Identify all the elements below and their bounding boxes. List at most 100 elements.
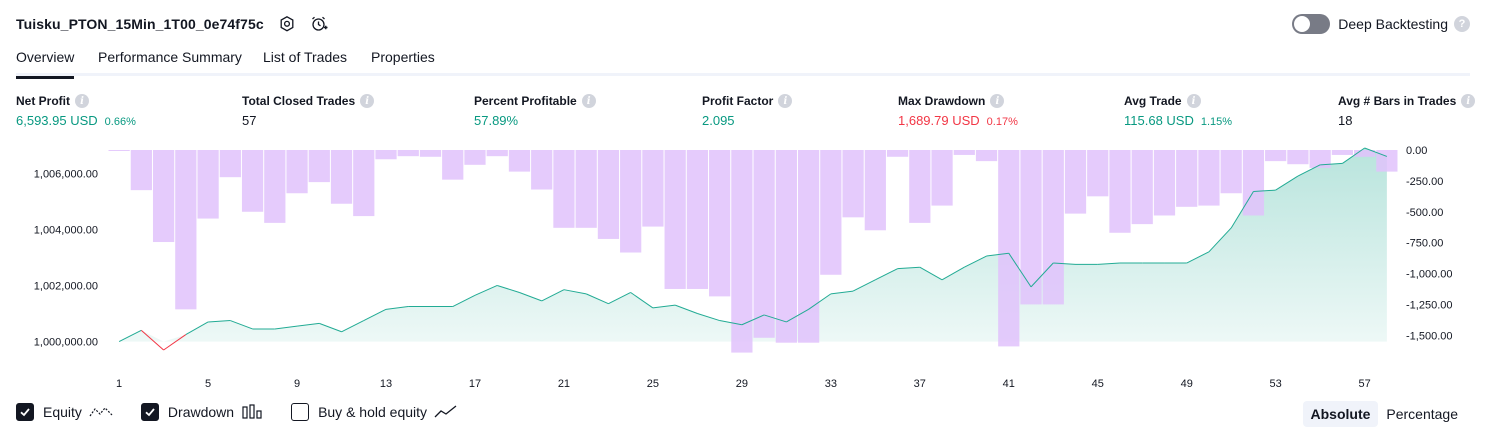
drawdown-bar bbox=[553, 150, 575, 228]
chart-legend: Equity Drawdown Buy & hold equity bbox=[16, 403, 486, 421]
equity-checkbox[interactable] bbox=[16, 403, 34, 421]
drawdown-bar bbox=[1087, 150, 1109, 197]
tab-performance-summary[interactable]: Performance Summary bbox=[98, 49, 242, 76]
add-alert-clock-icon[interactable] bbox=[310, 15, 328, 33]
metric-profit-factor: Profit Factor i 2.095 bbox=[702, 94, 793, 128]
x-axis-tick-label: 21 bbox=[558, 378, 570, 390]
toggle-knob bbox=[1294, 16, 1311, 32]
drawdown-bar bbox=[1198, 150, 1220, 206]
tab-properties[interactable]: Properties bbox=[371, 49, 435, 76]
equity-line-segment bbox=[163, 334, 187, 351]
drawdown-bar bbox=[842, 150, 864, 218]
info-icon[interactable]: i bbox=[990, 94, 1005, 108]
drawdown-bar bbox=[286, 150, 308, 194]
right-axis-tick-label: -250.00 bbox=[1406, 176, 1443, 188]
x-axis-tick-label: 5 bbox=[205, 378, 211, 390]
drawdown-bar bbox=[1176, 150, 1198, 207]
legend-equity[interactable]: Equity bbox=[16, 403, 113, 421]
metric-value: 6,593.95 USD bbox=[16, 113, 98, 128]
equity-drawdown-chart[interactable]: 1,000,000.00 1,002,000.00 1,004,000.00 1,00… bbox=[0, 140, 1486, 395]
metric-net-profit: Net Profit i 6,593.95 USD 0.66% bbox=[16, 94, 136, 128]
tab-list-of-trades[interactable]: List of Trades bbox=[263, 49, 347, 76]
metric-label: Percent Profitable bbox=[474, 94, 577, 108]
drawdown-bar bbox=[330, 150, 353, 204]
drawdown-bar bbox=[108, 150, 130, 151]
settings-gear-icon[interactable] bbox=[278, 15, 296, 33]
value-mode-switch: Absolute Percentage bbox=[1302, 401, 1467, 427]
drawdown-bar bbox=[753, 150, 775, 338]
deep-backtesting-toggle[interactable] bbox=[1292, 14, 1331, 34]
x-axis-tick-label: 41 bbox=[1003, 378, 1015, 390]
x-axis-tick-label: 1 bbox=[116, 378, 122, 390]
right-axis-tick-label: -1,000.00 bbox=[1406, 269, 1452, 281]
drawdown-bar bbox=[1131, 150, 1153, 225]
legend-buy-hold-equity[interactable]: Buy & hold equity bbox=[291, 403, 458, 421]
info-icon[interactable]: i bbox=[1461, 94, 1476, 108]
drawdown-bar bbox=[1287, 150, 1309, 165]
x-axis-tick-label: 13 bbox=[380, 378, 392, 390]
drawdown-bar bbox=[308, 150, 330, 183]
metric-label: Total Closed Trades bbox=[242, 94, 356, 108]
metric-max-drawdown: Max Drawdown i 1,689.79 USD 0.17% bbox=[898, 94, 1018, 128]
metric-value: 18 bbox=[1338, 113, 1353, 128]
mode-absolute-button[interactable]: Absolute bbox=[1302, 401, 1379, 427]
metric-value: 57.89% bbox=[474, 113, 519, 128]
info-icon[interactable]: i bbox=[75, 94, 89, 108]
help-question-icon[interactable]: ? bbox=[1454, 16, 1470, 32]
drawdown-bar bbox=[975, 150, 998, 162]
drawdown-bar bbox=[353, 150, 375, 217]
drawdown-bar bbox=[264, 150, 286, 223]
metric-percent: 0.17% bbox=[986, 116, 1018, 128]
x-axis-tick-label: 57 bbox=[1359, 378, 1371, 390]
drawdown-bar bbox=[442, 150, 464, 180]
metric-label: Max Drawdown bbox=[898, 94, 986, 108]
info-icon[interactable]: i bbox=[360, 94, 375, 108]
deep-backtesting-label: Deep Backtesting bbox=[1338, 16, 1448, 32]
drawdown-checkbox[interactable] bbox=[140, 403, 159, 421]
drawdown-bar bbox=[419, 150, 442, 157]
metric-percent-profitable: Percent Profitable i 57.89% bbox=[474, 94, 596, 128]
drawdown-bar bbox=[686, 150, 709, 289]
drawdown-bar bbox=[175, 150, 197, 310]
metric-label: Avg Trade bbox=[1124, 94, 1182, 108]
buy-hold-checkbox[interactable] bbox=[291, 403, 310, 421]
drawdown-bar bbox=[642, 150, 664, 227]
drawdown-bar bbox=[486, 150, 508, 157]
metric-value: 1,689.79 USD bbox=[898, 113, 980, 128]
mode-percentage-button[interactable]: Percentage bbox=[1378, 401, 1466, 427]
drawdown-bar bbox=[241, 150, 264, 212]
tab-overview[interactable]: Overview bbox=[16, 49, 75, 79]
drawdown-bar bbox=[664, 150, 686, 289]
left-axis-tick-label: 1,006,000.00 bbox=[34, 168, 98, 180]
x-axis-tick-label: 53 bbox=[1270, 378, 1282, 390]
drawdown-bar bbox=[219, 150, 241, 178]
right-axis-tick-label: -750.00 bbox=[1406, 238, 1443, 250]
metric-avg-trade: Avg Trade i 115.68 USD 1.15% bbox=[1124, 94, 1232, 128]
drawdown-bar bbox=[508, 150, 531, 172]
x-axis-tick-label: 49 bbox=[1181, 378, 1193, 390]
info-icon[interactable]: i bbox=[581, 94, 596, 108]
metric-value: 2.095 bbox=[702, 113, 735, 128]
x-axis-tick-label: 9 bbox=[294, 378, 300, 390]
legend-label: Equity bbox=[43, 404, 82, 420]
drawdown-bar bbox=[709, 150, 731, 297]
x-axis-tick-label: 29 bbox=[736, 378, 748, 390]
legend-label: Drawdown bbox=[167, 404, 235, 420]
x-axis-tick-label: 25 bbox=[647, 378, 659, 390]
right-axis-tick-label: -1,500.00 bbox=[1406, 330, 1452, 342]
legend-label: Buy & hold equity bbox=[318, 404, 428, 420]
drawdown-bar bbox=[375, 150, 397, 160]
deep-backtesting-control: Deep Backtesting ? bbox=[1292, 14, 1470, 34]
drawdown-bar bbox=[197, 150, 219, 219]
drawdown-bar bbox=[909, 150, 931, 223]
metric-value: 57 bbox=[242, 113, 257, 128]
drawdown-bar bbox=[130, 150, 152, 191]
drawdown-bar bbox=[886, 150, 909, 157]
drawdown-bar bbox=[775, 150, 797, 343]
drawdown-bar bbox=[1331, 150, 1354, 155]
info-icon[interactable]: i bbox=[1186, 94, 1201, 108]
report-tabs: Overview Performance Summary List of Tra… bbox=[16, 46, 1470, 79]
drawdown-bar bbox=[620, 150, 642, 253]
legend-drawdown[interactable]: Drawdown bbox=[140, 403, 263, 421]
info-icon[interactable]: i bbox=[778, 94, 793, 108]
